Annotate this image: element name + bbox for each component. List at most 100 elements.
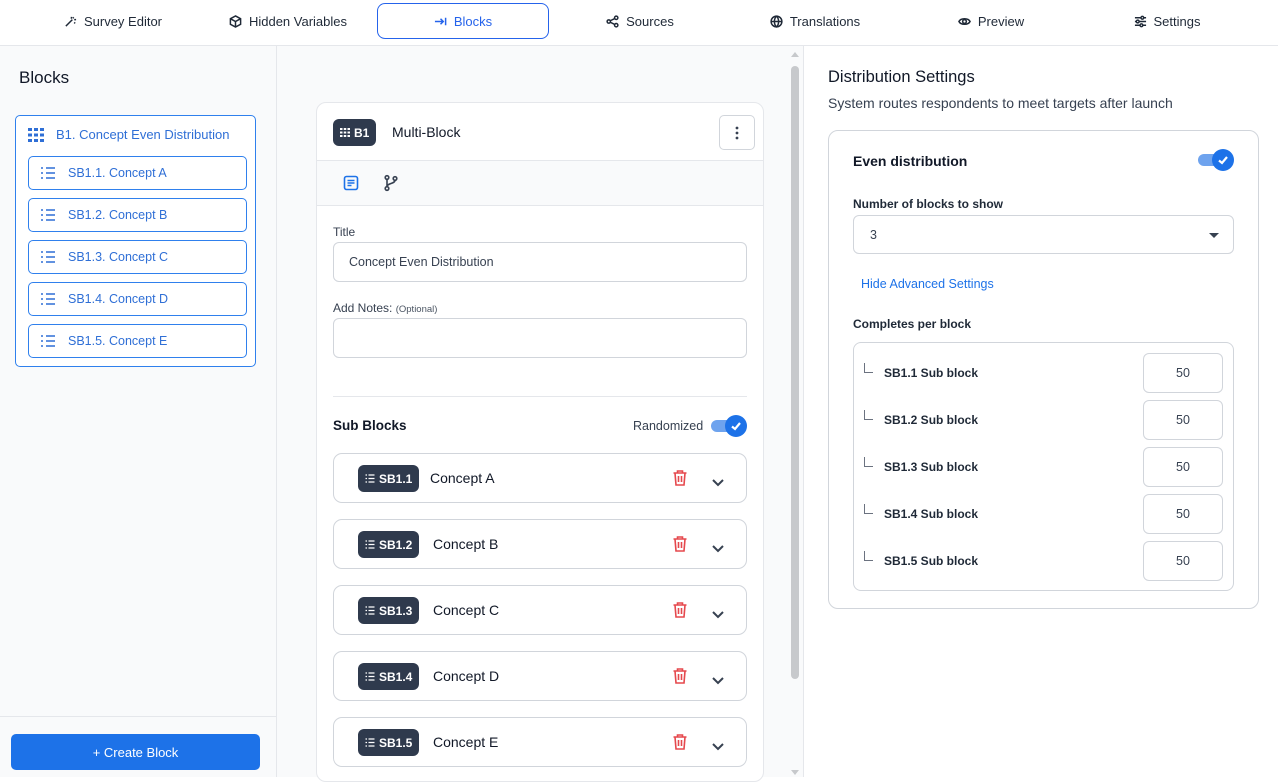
more-options-button[interactable]: [719, 115, 755, 150]
document-icon: [343, 175, 359, 191]
sidebar-item-label: SB1.5. Concept E: [68, 334, 168, 348]
randomized-toggle[interactable]: [711, 415, 747, 437]
sub-block-row[interactable]: SB1.3 Concept C: [333, 585, 747, 635]
list-icon: [41, 335, 55, 347]
expand-sub-block-button[interactable]: [711, 738, 725, 751]
expand-sub-block-button[interactable]: [711, 672, 725, 685]
tab-label: Survey Editor: [83, 13, 163, 29]
delete-sub-block-button[interactable]: [672, 535, 688, 553]
sub-block-row[interactable]: SB1.2 Concept B: [333, 519, 747, 569]
tab-hidden-variables[interactable]: Hidden Variables: [222, 3, 354, 39]
sidebar-item-sb1-3[interactable]: SB1.3. Concept C: [28, 240, 247, 274]
list-icon: [41, 209, 55, 221]
tab-translations[interactable]: Translations: [762, 3, 868, 39]
chevron-down-icon: [712, 545, 724, 553]
block-card: B1 Multi-Block Title Concept Even Distri…: [316, 102, 764, 782]
completes-per-block-list: SB1.1 Sub block 50 SB1.2 Sub block 50 SB…: [853, 342, 1234, 591]
grid-icon: [340, 128, 350, 137]
completes-row: SB1.1 Sub block 50: [854, 353, 1233, 393]
scroll-down-arrow[interactable]: [791, 770, 799, 775]
tab-label: Settings: [1153, 13, 1201, 29]
tab-survey-editor[interactable]: Survey Editor: [58, 3, 168, 39]
sub-block-name: Concept E: [433, 734, 499, 750]
completes-input[interactable]: 50: [1143, 353, 1223, 393]
tree-elbow-icon: [864, 504, 873, 514]
blocks-to-show-select[interactable]: 3: [853, 215, 1234, 254]
tab-label: Preview: [977, 13, 1025, 29]
sub-block-badge-label: SB1.3: [379, 603, 413, 618]
tab-settings[interactable]: Settings: [1125, 3, 1209, 39]
grid-icon: [28, 127, 44, 142]
sub-block-badge-label: SB1.1: [379, 471, 413, 486]
sub-block-badge-label: SB1.5: [379, 735, 413, 750]
hide-advanced-settings-link[interactable]: Hide Advanced Settings: [861, 277, 994, 291]
magic-wand-icon: [65, 16, 77, 27]
delete-sub-block-button[interactable]: [672, 469, 688, 487]
list-icon: [41, 293, 55, 305]
scroll-up-arrow[interactable]: [791, 52, 799, 57]
expand-sub-block-button[interactable]: [711, 540, 725, 553]
completes-row-label: SB1.3 Sub block: [884, 460, 979, 474]
completes-input[interactable]: 50: [1143, 494, 1223, 534]
list-icon: [365, 606, 375, 615]
arrow-right-to-line-icon: [434, 17, 447, 25]
sub-block-badge-label: SB1.2: [379, 537, 413, 552]
delete-sub-block-button[interactable]: [672, 667, 688, 685]
sub-block-row[interactable]: SB1.5 Concept E: [333, 717, 747, 767]
delete-sub-block-button[interactable]: [672, 733, 688, 751]
sub-block-badge: SB1.4: [358, 663, 420, 690]
tab-label: Blocks: [453, 13, 493, 29]
distribution-card: Even distribution Number of blocks to sh…: [828, 130, 1259, 609]
sub-block-name: Concept D: [433, 668, 500, 684]
notes-input[interactable]: [333, 318, 747, 358]
sidebar-item-sb1-5[interactable]: SB1.5. Concept E: [28, 324, 247, 358]
block-editor-pane: B1 Multi-Block Title Concept Even Distri…: [277, 46, 804, 782]
tab-logic[interactable]: [382, 174, 400, 192]
tab-sources[interactable]: Sources: [600, 3, 680, 39]
list-icon: [41, 251, 55, 263]
randomized-label: Randomized: [633, 419, 704, 433]
expand-sub-block-button[interactable]: [711, 474, 725, 487]
completes-input[interactable]: 50: [1143, 541, 1223, 581]
top-navigation: Survey Editor Hidden Variables Blocks So…: [0, 0, 1278, 46]
even-distribution-toggle[interactable]: [1198, 149, 1234, 171]
sidebar-item-sb1-4[interactable]: SB1.4. Concept D: [28, 282, 247, 316]
create-block-button[interactable]: + Create Block: [11, 734, 260, 770]
trash-icon: [673, 602, 687, 618]
sidebar-item-label: SB1.2. Concept B: [68, 208, 168, 222]
sidebar-item-sb1-1[interactable]: SB1.1. Concept A: [28, 156, 247, 190]
toggle-knob: [725, 415, 747, 437]
eye-icon: [957, 17, 971, 25]
blocks-to-show-value: 3: [870, 227, 877, 242]
sub-block-badge: SB1.1: [358, 465, 420, 492]
list-icon: [365, 672, 375, 681]
tab-content[interactable]: [342, 174, 360, 192]
completes-row: SB1.3 Sub block 50: [854, 447, 1233, 487]
completes-row-label: SB1.4 Sub block: [884, 507, 979, 521]
block-tree-item-b1[interactable]: B1. Concept Even Distribution: [28, 127, 229, 142]
expand-sub-block-button[interactable]: [711, 606, 725, 619]
check-icon: [1218, 156, 1228, 165]
list-icon: [365, 540, 375, 549]
sidebar-item-sb1-2[interactable]: SB1.2. Concept B: [28, 198, 247, 232]
delete-sub-block-button[interactable]: [672, 601, 688, 619]
distribution-subtitle: System routes respondents to meet target…: [828, 95, 1173, 111]
chevron-down-icon: [712, 677, 724, 685]
completes-input[interactable]: 50: [1143, 447, 1223, 487]
distribution-settings-panel: Distribution Settings System routes resp…: [805, 46, 1278, 777]
trash-icon: [673, 734, 687, 750]
caret-down-icon: [1209, 233, 1219, 238]
share-nodes-icon: [606, 14, 619, 28]
title-input[interactable]: Concept Even Distribution: [333, 242, 747, 282]
sub-block-row[interactable]: SB1.1 Concept A: [333, 453, 747, 503]
trash-icon: [673, 470, 687, 486]
scrollbar-thumb[interactable]: [791, 66, 799, 679]
completes-input[interactable]: 50: [1143, 400, 1223, 440]
globe-icon: [770, 14, 783, 28]
check-icon: [731, 422, 741, 431]
tab-preview[interactable]: Preview: [950, 3, 1032, 39]
tab-label: Translations: [789, 13, 861, 29]
tab-blocks[interactable]: Blocks: [377, 3, 549, 39]
sub-block-row[interactable]: SB1.4 Concept D: [333, 651, 747, 701]
kebab-icon: [735, 126, 739, 139]
